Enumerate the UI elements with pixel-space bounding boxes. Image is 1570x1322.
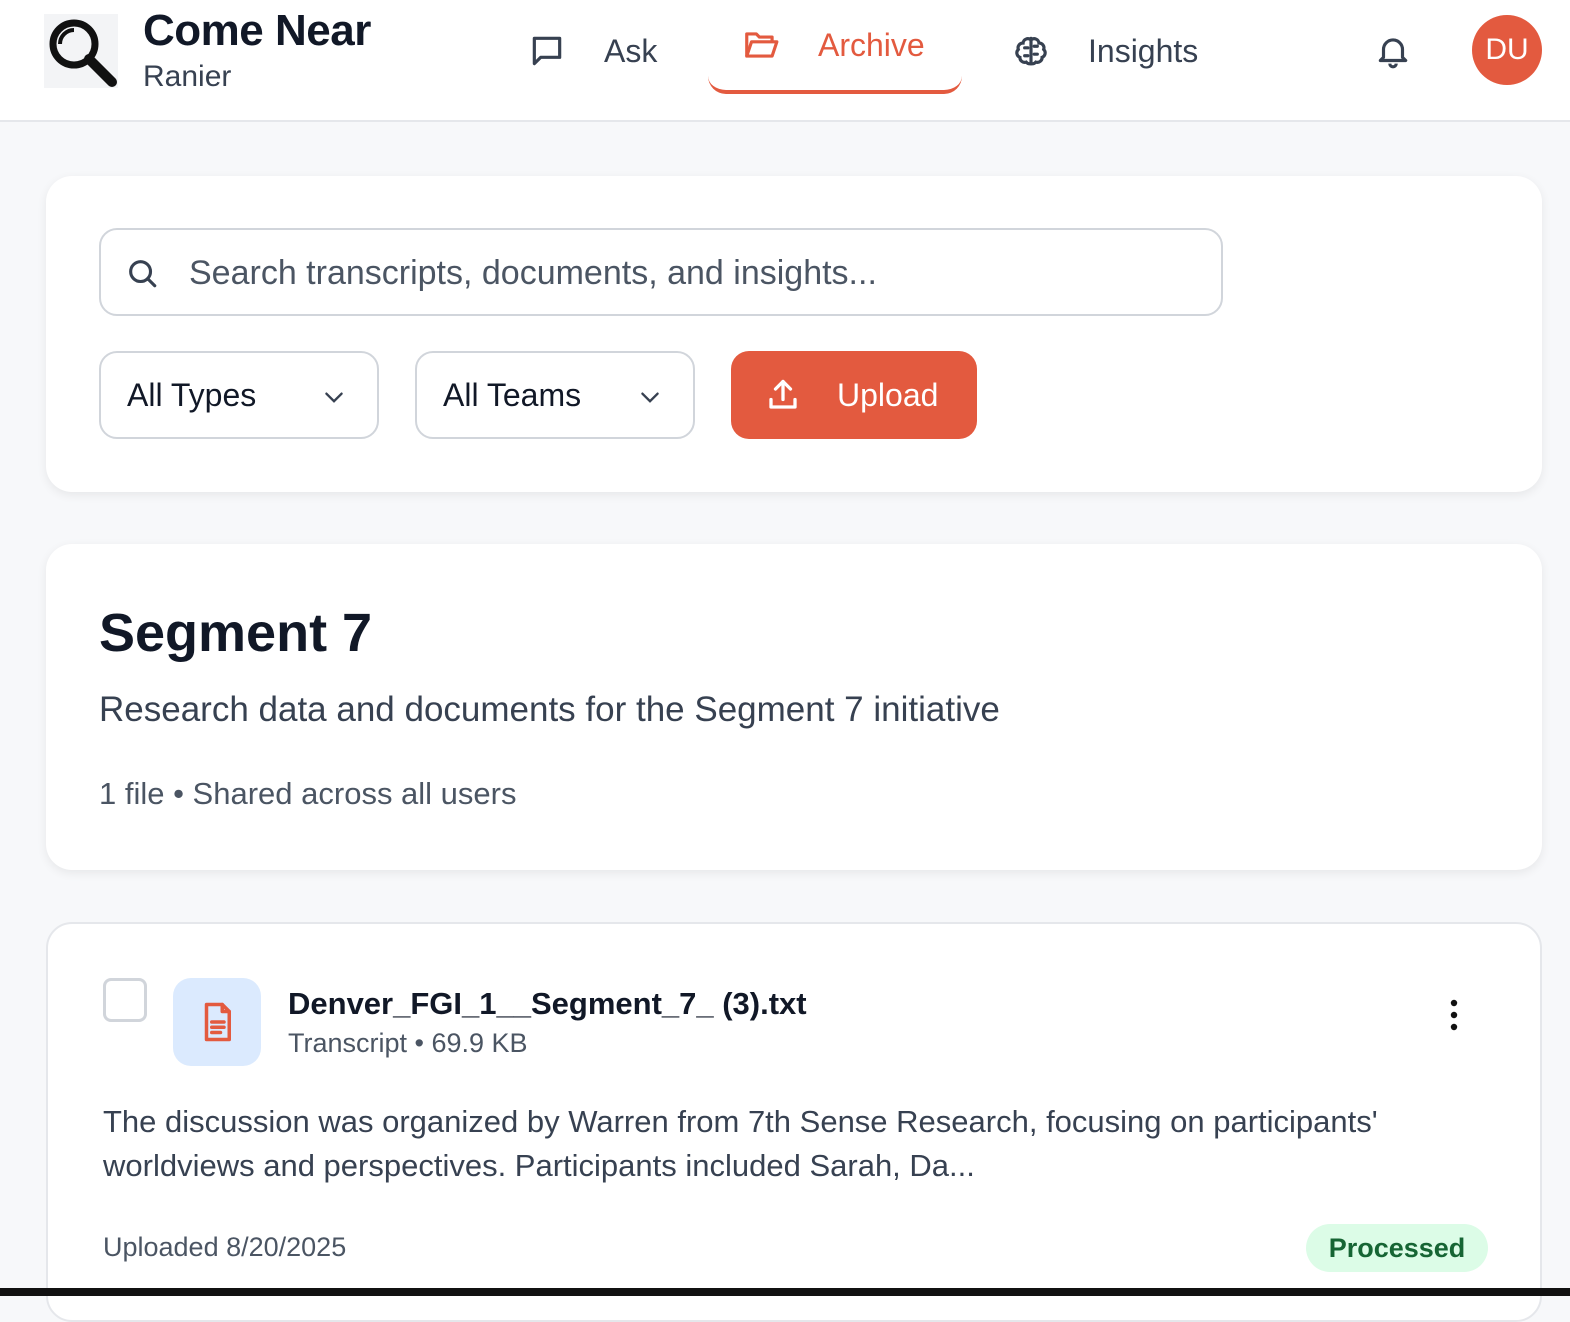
nav-tab-insights[interactable]: Insights: [1012, 20, 1198, 82]
nav-tab-ask-label: Ask: [604, 32, 658, 69]
page-title: Segment 7: [99, 603, 373, 663]
status-badge: Processed: [1306, 1224, 1488, 1272]
search-box[interactable]: [99, 228, 1223, 316]
type-filter-value: All Types: [127, 376, 257, 413]
folder-open-icon: [745, 32, 779, 58]
bell-icon[interactable]: [1374, 32, 1412, 70]
type-filter-select[interactable]: All Types: [99, 351, 379, 439]
file-card[interactable]: Denver_FGI_1__Segment_7_ (3).txt Transcr…: [46, 922, 1542, 1322]
segment-description: Research data and documents for the Segm…: [99, 690, 1000, 729]
chevron-down-icon: [641, 392, 659, 403]
file-meta: Transcript • 69.9 KB: [288, 1028, 528, 1058]
team-filter-select[interactable]: All Teams: [415, 351, 695, 439]
more-vertical-icon[interactable]: [1440, 998, 1468, 1032]
file-select-checkbox[interactable]: [103, 978, 147, 1022]
search-filter-card: All Types All Teams Upload: [46, 176, 1542, 492]
segment-meta: 1 file • Shared across all users: [99, 776, 517, 811]
file-type-badge: [173, 978, 261, 1066]
nav-tab-archive[interactable]: Archive: [708, 0, 962, 94]
nav-tab-ask[interactable]: Ask: [528, 20, 657, 82]
team-filter-value: All Teams: [443, 376, 582, 413]
upload-button-label: Upload: [837, 376, 939, 413]
nav-tab-insights-label: Insights: [1088, 32, 1199, 69]
brand-subtitle: Ranier: [143, 60, 232, 93]
top-navigation-bar: Come Near Ranier Ask Archive Insights DU: [0, 0, 1570, 122]
message-square-icon: [532, 36, 562, 66]
window-bottom-edge: [0, 1288, 1570, 1296]
search-icon: [129, 260, 157, 288]
user-avatar[interactable]: DU: [1472, 15, 1542, 85]
upload-icon: [769, 379, 797, 409]
brand-title: Come Near: [143, 6, 371, 55]
nav-tab-archive-label: Archive: [818, 26, 925, 63]
file-name[interactable]: Denver_FGI_1__Segment_7_ (3).txt: [288, 986, 807, 1022]
chevron-down-icon: [325, 392, 343, 403]
segment-header-card: Segment 7 Research data and documents fo…: [46, 544, 1542, 870]
file-text-icon: [204, 1002, 231, 1042]
file-summary: The discussion was organized by Warren f…: [103, 1104, 1378, 1183]
magnifier-logo-icon: [44, 14, 118, 88]
file-upload-date: Uploaded 8/20/2025: [103, 1232, 347, 1262]
search-input[interactable]: [189, 244, 1199, 302]
brain-icon: [1015, 36, 1047, 66]
upload-button[interactable]: Upload: [731, 351, 977, 439]
